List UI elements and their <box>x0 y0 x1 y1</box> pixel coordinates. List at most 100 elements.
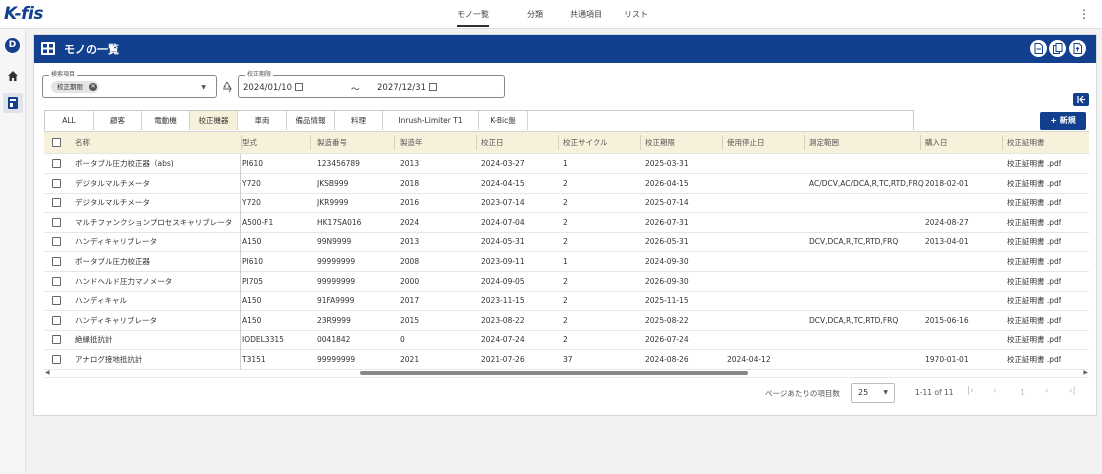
row-checkbox[interactable] <box>52 159 61 168</box>
certificate-link[interactable]: 校正証明書 .pdf <box>1007 350 1061 370</box>
new-item-button[interactable]: + 新規 <box>1040 112 1086 130</box>
column-header[interactable]: 名称 <box>75 132 90 154</box>
table-row[interactable]: デジタルマルチメータ Y720 JKR9999 2016 2023-07-14 2 2025… <box>44 193 1089 214</box>
row-checkbox[interactable] <box>52 217 61 227</box>
certificate-link[interactable]: 校正証明書 .pdf <box>1007 252 1061 272</box>
import-button[interactable] <box>1069 40 1086 57</box>
row-checkbox[interactable] <box>52 296 61 306</box>
tab-k-bic[interactable]: K-Bic盤 <box>479 111 528 130</box>
tab-equipment-info[interactable]: 備品情報 <box>287 111 335 130</box>
previous-page-icon[interactable]: ‹ <box>993 386 997 396</box>
table-row[interactable]: ハンディキャル A150 91FA9999 2017 2023-11-15 2 2025-1… <box>44 291 1089 312</box>
certificate-link[interactable]: 校正証明書 .pdf <box>1007 330 1061 350</box>
certificate-link[interactable]: 校正証明書 .pdf <box>1007 174 1061 194</box>
table-row[interactable]: ハンディキャリブレータ A150 23R9999 2015 2023-08-22 2 202… <box>44 310 1089 331</box>
workspace-badge[interactable]: D <box>5 38 20 53</box>
row-checkbox[interactable] <box>52 355 61 364</box>
column-divider <box>476 135 477 150</box>
tab-all[interactable]: ALL <box>45 111 94 130</box>
scroll-right-arrow-icon[interactable]: ▶ <box>1083 369 1088 376</box>
recycle-icon[interactable] <box>221 81 233 93</box>
certificate-link[interactable]: 校正証明書 .pdf <box>1007 291 1061 311</box>
column-header[interactable]: 校正サイクル <box>563 132 608 154</box>
column-header[interactable]: 測定範囲 <box>809 132 839 154</box>
row-checkbox[interactable] <box>52 276 61 286</box>
chevron-down-icon[interactable]: ▼ <box>201 84 206 91</box>
table-row[interactable]: ハンディキャリブレータ A150 99N9999 2013 2024-05-31 2 202… <box>44 232 1089 253</box>
nav-item-classification[interactable]: 分類 <box>527 9 543 20</box>
table-cell: 2025-07-14 <box>645 198 689 208</box>
calendar-icon[interactable] <box>429 83 437 91</box>
more-menu-icon[interactable]: ⋮ <box>1078 7 1090 21</box>
page-size-select[interactable]: 25 ▼ <box>851 383 895 403</box>
table-cell: A150 <box>242 237 262 247</box>
filter-chip[interactable]: 校正期限 ✕ <box>51 81 99 93</box>
row-checkbox[interactable] <box>52 335 61 345</box>
tab-customer[interactable]: 顧客 <box>94 111 142 130</box>
table-row[interactable]: ポータブル圧力校正器（abs) PI610 123456789 2013 2024-03… <box>44 154 1089 174</box>
certificate-link[interactable]: 校正証明書 .pdf <box>1007 272 1061 292</box>
table-cell: 2026-04-15 <box>645 178 689 188</box>
table-cell: PI610 <box>242 159 264 168</box>
table-cell: HK17SA016 <box>317 217 362 227</box>
table-cell: DCV,DCA,R,TC,RTD,FRQ <box>809 315 899 325</box>
table-row[interactable]: ポータブル圧力校正器 PI610 99999999 2008 2023-09-11 1 20… <box>44 252 1089 272</box>
table-row[interactable]: デジタルマルチメータ Y720 JKSB999 2018 2024-04-15 2 2026… <box>44 173 1089 194</box>
nav-item-items[interactable]: モノ一覧 <box>457 9 489 27</box>
horizontal-scrollbar[interactable]: ◀ ▶ <box>44 369 1089 377</box>
nav-item-list[interactable]: リスト <box>624 9 648 20</box>
certificate-link[interactable]: 校正証明書 .pdf <box>1007 193 1061 213</box>
column-header[interactable]: 製造年 <box>400 132 423 154</box>
certificate-link[interactable]: 校正証明書 .pdf <box>1007 311 1061 331</box>
tab-motor[interactable]: 電動機 <box>142 111 190 130</box>
column-header[interactable]: 型式 <box>242 132 257 154</box>
home-icon[interactable] <box>6 69 20 83</box>
table-cell: デジタルマルチメータ <box>75 193 241 214</box>
copy-button[interactable] <box>1049 40 1066 57</box>
certificate-link[interactable]: 校正証明書 .pdf <box>1007 154 1061 174</box>
next-page-icon[interactable]: › <box>1045 386 1049 396</box>
page-range-label: 1-11 of 11 <box>915 388 954 397</box>
scroll-left-arrow-icon[interactable]: ◀ <box>45 369 50 376</box>
table-cell: 2026-05-31 <box>645 237 689 247</box>
table-row[interactable]: 絶縁抵抗計 IODEL3315 0041842 0 2024-07-24 2 2026-07… <box>44 330 1089 351</box>
first-page-icon[interactable]: |‹ <box>967 386 974 396</box>
row-checkbox[interactable] <box>52 257 61 266</box>
last-page-icon[interactable]: ›| <box>1069 386 1076 396</box>
row-checkbox[interactable] <box>52 315 61 325</box>
table-row[interactable]: マルチファンクションプロセスキャリブレータ A500-F1 HK17SA016 202… <box>44 212 1089 233</box>
date-to-field[interactable]: 2027/12/31 <box>377 83 437 93</box>
collapse-panel-button[interactable] <box>1073 93 1089 106</box>
search-items-legend: 検索項目 <box>49 71 78 79</box>
calendar-icon[interactable] <box>295 83 303 91</box>
row-checkbox[interactable] <box>52 178 61 188</box>
column-header[interactable]: 購入日 <box>925 132 948 154</box>
certificate-link[interactable]: 校正証明書 .pdf <box>1007 232 1061 252</box>
table-row[interactable]: アナログ接地抵抗計 T3151 99999999 2021 2021-07-26 37 20… <box>44 350 1089 370</box>
certificate-link[interactable]: 校正証明書 .pdf <box>1007 213 1061 233</box>
column-header[interactable]: 校正証明書 <box>1007 132 1045 154</box>
chip-remove-icon[interactable]: ✕ <box>89 83 97 91</box>
nav-item-common-fields[interactable]: 共通項目 <box>570 9 602 20</box>
catalog-nav-button[interactable] <box>3 93 23 113</box>
select-all-checkbox[interactable] <box>52 138 61 147</box>
row-checkbox[interactable] <box>52 198 61 208</box>
column-header[interactable]: 校正期限 <box>645 132 675 154</box>
tab-vehicle[interactable]: 車両 <box>238 111 287 130</box>
date-from-field[interactable]: 2024/01/10 <box>243 83 303 93</box>
tab-inrush-limiter[interactable]: Inrush-Limiter T1 <box>383 111 479 130</box>
table-cell: 2024 <box>400 217 420 227</box>
tab-calibration-equipment[interactable]: 校正機器 <box>190 111 238 130</box>
tab-cooking[interactable]: 料理 <box>335 111 383 130</box>
export-button[interactable] <box>1030 40 1047 57</box>
items-per-page-label: ページあたりの項目数 <box>765 389 840 398</box>
table-row[interactable]: ハンドヘルド圧力マノメータ PI705 99999999 2000 2024-09-05… <box>44 271 1089 292</box>
table-cell: アナログ接地抵抗計 <box>75 350 241 370</box>
column-header[interactable]: 校正日 <box>481 132 504 154</box>
scrollbar-thumb[interactable] <box>360 371 748 375</box>
date-to-value: 2027/12/31 <box>377 83 426 93</box>
row-checkbox[interactable] <box>52 237 61 247</box>
column-header[interactable]: 使用停止日 <box>727 132 765 154</box>
column-header[interactable]: 製造番号 <box>317 132 347 154</box>
search-items-field[interactable]: 検索項目 校正期限 ✕ ▼ <box>42 71 217 98</box>
